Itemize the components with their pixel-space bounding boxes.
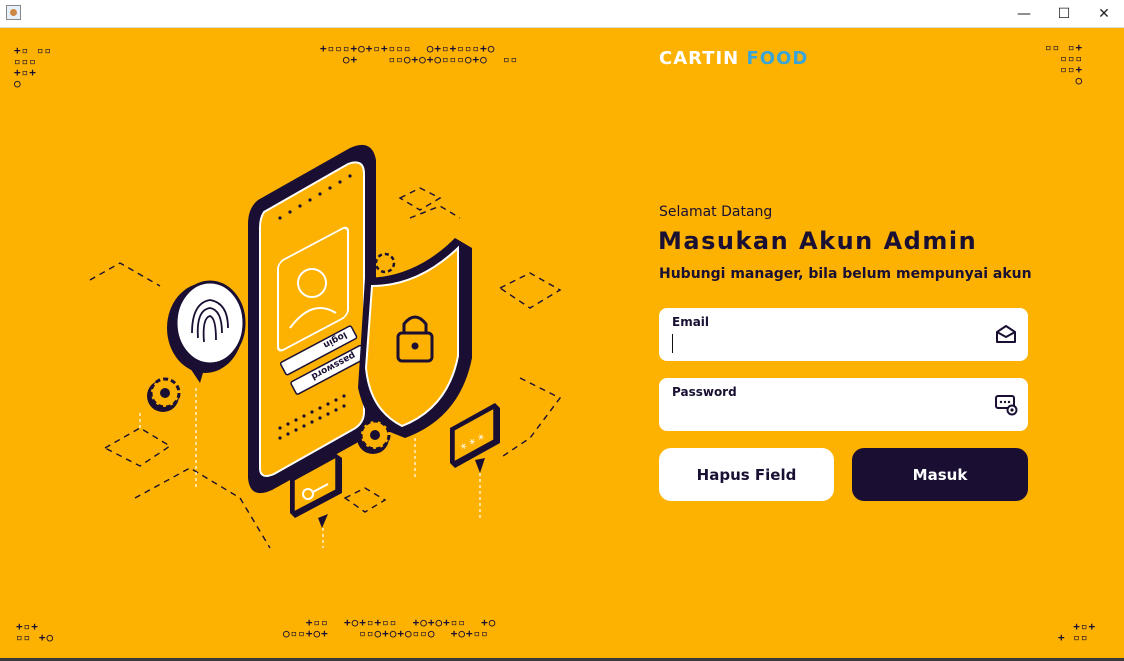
decoration-bottom-left: +▫+ ▫▫ +○	[16, 620, 55, 644]
login-panel: +▫ ▫▫ ▫▫▫ +▫+ ○ +▫▫▫+○+▫+▫▫▫ ○+▫+▫▫▫+○ ○…	[0, 28, 1124, 658]
maximize-button[interactable]: ☐	[1044, 0, 1084, 27]
decoration-top-right: ▫▫ ▫+ ▫▫▫ ▫▫+ ○	[1045, 41, 1084, 87]
password-bubble-icon: * * *	[450, 403, 500, 473]
text-caret	[672, 334, 673, 353]
decoration-top-center: +▫▫▫+○+▫+▫▫▫ ○+▫+▫▫▫+○ ○+ ▫▫○+○+○▫▫▫○+○ …	[320, 42, 519, 66]
password-label: Password	[672, 385, 737, 399]
phone-icon: login password	[248, 144, 376, 494]
mail-icon	[996, 325, 1016, 343]
welcome-text: Selamat Datang	[659, 204, 773, 220]
brand-name-part2: FOOD	[746, 48, 809, 69]
password-field[interactable]: Password	[659, 378, 1028, 431]
email-field[interactable]: Email	[659, 308, 1028, 361]
show-password-icon[interactable]	[994, 392, 1018, 416]
email-input[interactable]	[671, 333, 971, 353]
close-button[interactable]: ✕	[1084, 0, 1124, 27]
brand-logo: CARTIN FOOD	[659, 48, 808, 69]
clear-fields-button[interactable]: Hapus Field	[659, 448, 834, 501]
fingerprint-icon	[167, 280, 246, 383]
page-title: Masukan Akun Admin	[658, 227, 978, 255]
password-input[interactable]	[671, 403, 971, 423]
decoration-bottom-right: +▫+ + ▫▫	[1058, 620, 1097, 644]
security-illustration: login password * * *	[89, 144, 562, 549]
java-app-icon	[6, 5, 21, 20]
login-button[interactable]: Masuk	[852, 448, 1028, 501]
decoration-top-left: +▫ ▫▫ ▫▫▫ +▫+ ○	[14, 44, 53, 90]
email-label: Email	[672, 315, 710, 329]
subtitle-text: Hubungi manager, bila belum mempunyai ak…	[659, 266, 1032, 282]
window-titlebar: — ☐ ✕	[0, 0, 1124, 28]
minimize-button[interactable]: —	[1004, 0, 1044, 27]
decoration-bottom-center: +▫▫ +○+▫+▫▫ +○+○+▫▫ +○ ○▫▫+○+ ▫▫○+○+○▫▫○…	[283, 616, 497, 640]
brand-name-part1: CARTIN	[659, 48, 740, 69]
